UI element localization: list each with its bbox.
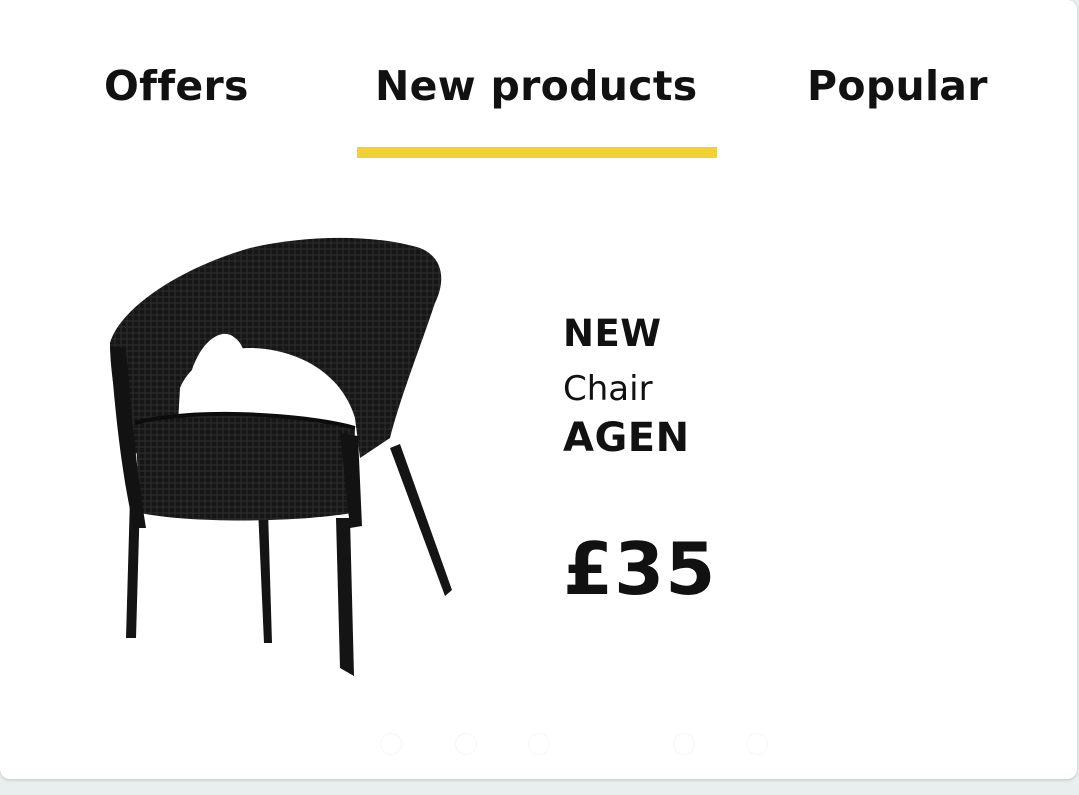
product-price: £35 bbox=[563, 527, 717, 611]
carousel-dot[interactable] bbox=[673, 733, 695, 755]
product-name[interactable]: AGEN bbox=[563, 415, 690, 461]
product-carousel-card: Offers New products Popular NEW Chair AG… bbox=[0, 0, 1077, 779]
tab-new-products[interactable]: New products bbox=[375, 62, 697, 110]
carousel-dot[interactable] bbox=[746, 733, 768, 755]
carousel-dot[interactable] bbox=[455, 733, 477, 755]
tab-popular[interactable]: Popular bbox=[807, 62, 988, 110]
active-tab-indicator bbox=[357, 147, 717, 158]
tab-offers[interactable]: Offers bbox=[104, 62, 249, 110]
product-image[interactable] bbox=[100, 228, 480, 698]
product-type: Chair bbox=[563, 369, 653, 409]
carousel-dot[interactable] bbox=[528, 733, 550, 755]
carousel-dot[interactable] bbox=[380, 733, 402, 755]
new-badge: NEW bbox=[563, 312, 662, 355]
carousel-dots bbox=[380, 733, 800, 757]
